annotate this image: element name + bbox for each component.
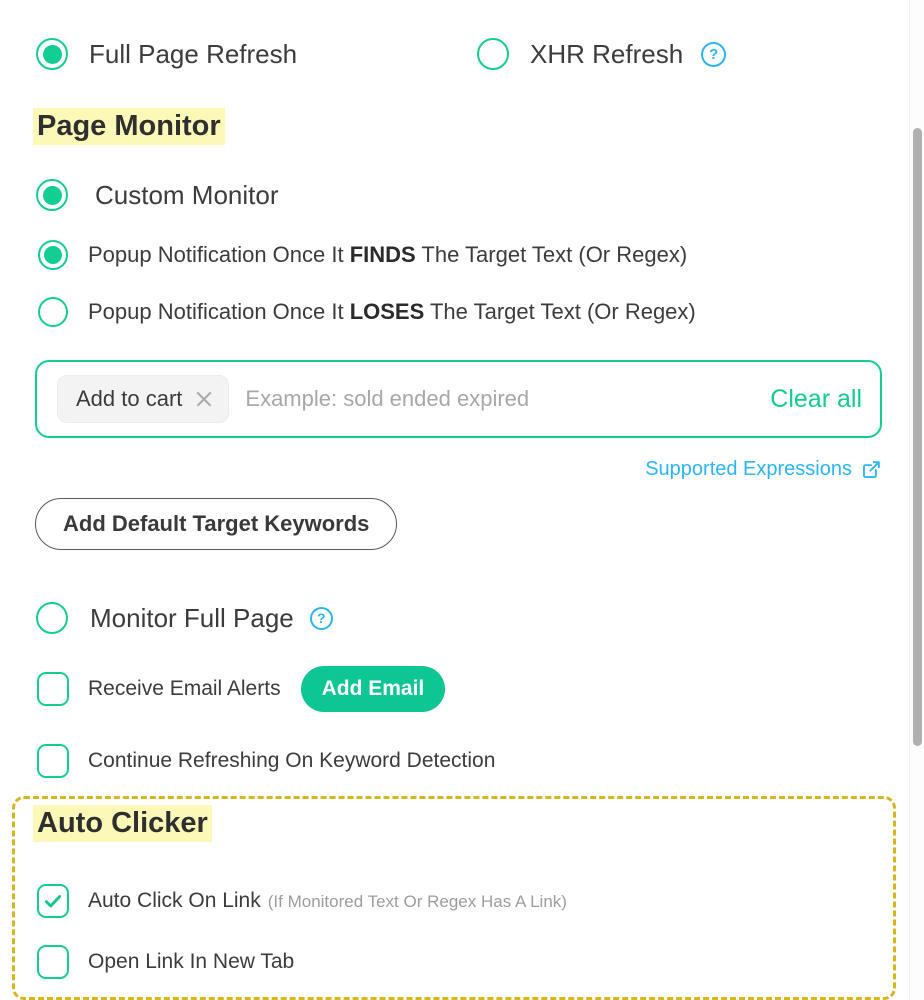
target-keywords-input-box[interactable]: Add to cart Clear all — [35, 360, 882, 438]
supported-expressions-label: Supported Expressions — [645, 458, 852, 480]
radio-custom-monitor[interactable] — [36, 179, 68, 211]
vertical-scrollbar-thumb[interactable] — [913, 128, 922, 746]
radio-dot — [42, 44, 62, 64]
checkbox-open-link-new-tab[interactable] — [37, 945, 69, 979]
option-label-auto-click-on-link: Auto Click On Link (If Monitored Text Or … — [88, 889, 567, 913]
popup-finds-emphasis: FINDS — [349, 242, 416, 267]
add-email-button[interactable]: Add Email — [300, 666, 446, 712]
keyword-chip-label: Add to cart — [76, 386, 183, 411]
help-icon-xhr-refresh[interactable]: ? — [701, 41, 727, 67]
option-label-open-link-new-tab: Open Link In New Tab — [88, 950, 295, 973]
option-popup-loses[interactable]: Popup Notification Once It LOSES The Tar… — [38, 297, 696, 327]
popup-loses-suffix: The Target Text (Or Regex) — [424, 299, 696, 324]
radio-dot — [44, 246, 62, 264]
help-icon-monitor-full-page[interactable]: ? — [309, 606, 333, 630]
vertical-scrollbar-track[interactable] — [909, 0, 924, 1000]
popup-loses-prefix: Popup Notification Once It — [88, 299, 350, 324]
check-icon — [44, 895, 62, 908]
radio-popup-loses[interactable] — [38, 297, 68, 327]
section-heading-page-monitor: Page Monitor — [33, 108, 225, 145]
radio-monitor-full-page[interactable] — [36, 602, 68, 634]
option-monitor-full-page[interactable]: Monitor Full Page ? — [36, 602, 333, 634]
option-receive-email-alerts[interactable]: Receive Email Alerts Add Email — [37, 666, 446, 712]
radio-xhr-refresh[interactable] — [477, 38, 509, 70]
auto-click-on-link-main: Auto Click On Link — [88, 889, 261, 912]
option-label-custom-monitor: Custom Monitor — [95, 179, 279, 210]
option-label-continue-refreshing: Continue Refreshing On Keyword Detection — [88, 749, 496, 772]
add-default-target-keywords-button[interactable]: Add Default Target Keywords — [35, 498, 398, 550]
radio-full-page-refresh[interactable] — [36, 38, 68, 70]
option-label-popup-finds: Popup Notification Once It FINDS The Tar… — [88, 242, 687, 268]
section-heading-auto-clicker: Auto Clicker — [33, 805, 212, 842]
option-label-popup-loses: Popup Notification Once It LOSES The Tar… — [88, 299, 696, 325]
option-label-full-page-refresh: Full Page Refresh — [89, 38, 298, 69]
popup-finds-prefix: Popup Notification Once It — [88, 242, 350, 267]
option-open-link-new-tab[interactable]: Open Link In New Tab — [37, 945, 294, 979]
option-popup-finds[interactable]: Popup Notification Once It FINDS The Tar… — [38, 240, 687, 270]
option-xhr-refresh[interactable]: XHR Refresh ? — [477, 38, 727, 70]
option-label-monitor-full-page: Monitor Full Page — [90, 602, 294, 633]
radio-dot — [42, 185, 62, 205]
option-continue-refreshing[interactable]: Continue Refreshing On Keyword Detection — [37, 744, 495, 778]
checkbox-continue-refreshing[interactable] — [37, 744, 69, 778]
option-label-xhr-refresh: XHR Refresh — [530, 38, 684, 69]
close-icon[interactable] — [194, 389, 214, 409]
option-full-page-refresh[interactable]: Full Page Refresh — [36, 38, 297, 70]
keyword-search-input[interactable] — [245, 386, 757, 412]
popup-finds-suffix: The Target Text (Or Regex) — [415, 242, 688, 267]
clear-all-button[interactable]: Clear all — [770, 385, 862, 414]
radio-popup-finds[interactable] — [38, 240, 68, 270]
keyword-chip[interactable]: Add to cart — [57, 375, 230, 423]
popup-loses-emphasis: LOSES — [349, 299, 425, 324]
supported-expressions-link[interactable]: Supported Expressions — [645, 458, 882, 481]
option-auto-click-on-link[interactable]: Auto Click On Link (If Monitored Text Or … — [37, 884, 567, 918]
external-link-icon — [861, 459, 882, 480]
checkbox-receive-email-alerts[interactable] — [37, 672, 69, 706]
page-monitor-settings-panel: Full Page Refresh XHR Refresh ? Page Mon… — [0, 0, 924, 1000]
auto-click-on-link-sublabel: (If Monitored Text Or Regex Has A Link) — [267, 892, 567, 911]
checkbox-auto-click-on-link[interactable] — [37, 884, 69, 918]
option-label-receive-email-alerts: Receive Email Alerts — [88, 677, 281, 700]
option-custom-monitor[interactable]: Custom Monitor — [36, 179, 279, 211]
